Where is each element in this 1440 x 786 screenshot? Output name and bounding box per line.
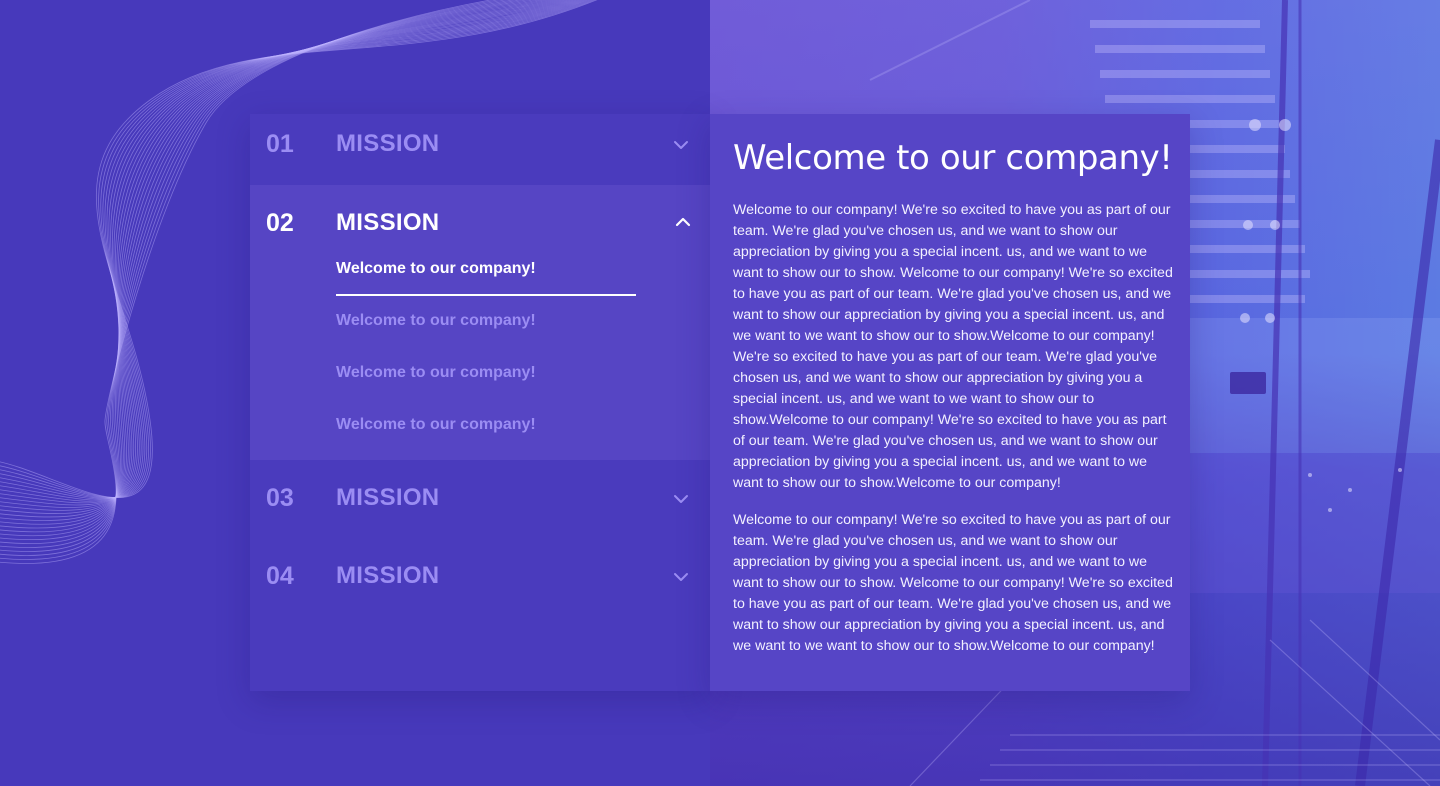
item-title: MISSION xyxy=(336,209,440,236)
sub-link[interactable]: Welcome to our company! xyxy=(336,361,636,413)
chevron-up-icon[interactable] xyxy=(672,213,694,231)
content-heading: Welcome to our company! xyxy=(733,138,1173,178)
mission-accordion: 01 MISSION 02 MISSION Welcome to our com… xyxy=(250,114,710,691)
chevron-down-icon[interactable] xyxy=(670,136,692,154)
accordion-header-03[interactable]: 03 MISSION xyxy=(250,460,710,538)
item-number: 04 xyxy=(266,562,294,590)
accordion-header-02[interactable]: 02 MISSION xyxy=(250,185,710,257)
accordion-header-04[interactable]: 04 MISSION xyxy=(250,538,710,616)
item-number: 01 xyxy=(266,130,294,158)
chevron-down-icon[interactable] xyxy=(670,490,692,508)
item-title: MISSION xyxy=(336,130,440,157)
sub-link[interactable]: Welcome to our company! xyxy=(336,309,636,361)
item-number: 03 xyxy=(266,484,294,512)
accordion-item-02[interactable]: 02 MISSION Welcome to our company! Welco… xyxy=(250,185,710,460)
accordion-item-04[interactable]: 04 MISSION xyxy=(250,538,710,616)
sub-link[interactable]: Welcome to our company! xyxy=(336,413,636,465)
accordion-item-01[interactable]: 01 MISSION xyxy=(250,114,710,185)
accordion-header-01[interactable]: 01 MISSION xyxy=(250,114,710,185)
sub-link-current[interactable]: Welcome to our company! xyxy=(336,257,636,309)
sub-link-list: Welcome to our company! Welcome to our c… xyxy=(336,257,636,465)
chevron-down-icon[interactable] xyxy=(670,568,692,586)
item-title: MISSION xyxy=(336,484,440,511)
content-paragraph: Welcome to our company! We're so excited… xyxy=(733,512,1173,654)
item-title: MISSION xyxy=(336,562,440,589)
content-paragraph: Welcome to our company! We're so excited… xyxy=(733,202,1173,491)
accordion-item-03[interactable]: 03 MISSION xyxy=(250,460,710,538)
content-card: Welcome to our company! Welcome to our c… xyxy=(710,114,1190,691)
page: 01 MISSION 02 MISSION Welcome to our com… xyxy=(0,0,1440,786)
item-number: 02 xyxy=(266,209,294,237)
